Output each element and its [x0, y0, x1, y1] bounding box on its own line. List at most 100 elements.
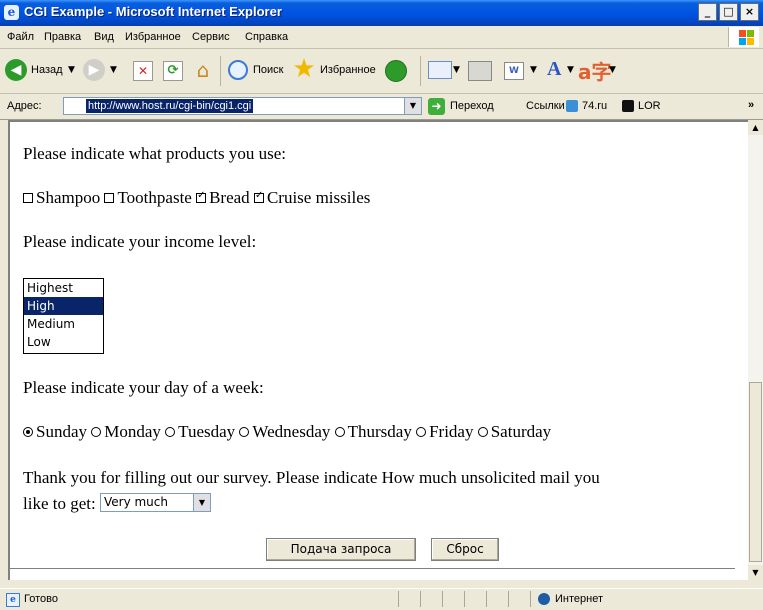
radio-friday[interactable]: Friday	[416, 422, 473, 441]
link-icon	[622, 100, 634, 112]
menu-edit[interactable]: Правка	[44, 31, 81, 43]
radio-label: Monday	[104, 422, 161, 441]
close-button[interactable]: ×	[740, 3, 759, 21]
menu-help[interactable]: Справка	[245, 31, 288, 43]
checkbox-label: Bread	[209, 188, 250, 207]
question-mail-line1: Thank you for filling out our survey. Pl…	[23, 468, 600, 487]
print-icon[interactable]	[468, 61, 492, 81]
checkbox-label: Toothpaste	[117, 188, 192, 207]
question-products: Please indicate what products you use:	[23, 144, 286, 163]
chevron-down-icon[interactable]: ▼	[609, 65, 616, 75]
radio-wednesday[interactable]: Wednesday	[239, 422, 330, 441]
question-income: Please indicate your income level:	[23, 232, 257, 251]
forward-button[interactable]: ▶	[83, 59, 105, 81]
mail-label: like to get:	[23, 494, 96, 513]
address-bar: Адрес: http://www.host.ru/cgi-bin/cgi1.c…	[0, 94, 763, 120]
checkbox-label: Shampoo	[36, 188, 101, 207]
radio-tuesday[interactable]: Tuesday	[165, 422, 235, 441]
checkbox-toothpaste[interactable]: Toothpaste	[104, 188, 192, 207]
maximize-button[interactable]: □	[719, 3, 738, 21]
link-74ru[interactable]: 74.ru	[582, 100, 607, 112]
menu-bar: Файл Правка Вид Избранное Сервис Справка	[0, 26, 763, 49]
radio-saturday[interactable]: Saturday	[477, 422, 552, 441]
ie-icon: e	[4, 5, 19, 20]
radio-label: Sunday	[36, 422, 87, 441]
reset-button[interactable]: Сброс	[431, 538, 499, 561]
address-label: Адрес:	[7, 100, 42, 112]
link-icon	[566, 100, 578, 112]
history-icon[interactable]	[385, 60, 407, 82]
menu-file[interactable]: Файл	[7, 31, 34, 43]
vertical-scrollbar[interactable]: ▲ ▼	[748, 120, 763, 580]
title-bar: e CGI Example - Microsoft Internet Explo…	[0, 0, 763, 26]
address-input[interactable]: http://www.host.ru/cgi-bin/cgi1.cgi ▼	[63, 97, 422, 115]
scroll-thumb[interactable]	[749, 382, 762, 562]
font-size-icon[interactable]: A	[547, 58, 561, 81]
stop-icon[interactable]: ✕	[133, 61, 153, 81]
submit-button[interactable]: Подача запроса	[266, 538, 416, 561]
go-button[interactable]: Переход	[450, 100, 494, 112]
globe-icon	[538, 593, 550, 605]
chevron-down-icon[interactable]: ▼	[567, 65, 574, 75]
products-group: Shampoo Toothpaste Bread Cruise missiles	[23, 188, 370, 208]
income-option[interactable]: Low	[24, 333, 103, 351]
minimize-button[interactable]: _	[698, 3, 717, 21]
chevron-down-icon[interactable]: ▼	[530, 65, 537, 75]
link-lor[interactable]: LOR	[638, 100, 661, 112]
days-group: Sunday Monday Tuesday Wednesday Thursday…	[23, 422, 551, 442]
mail-icon[interactable]	[428, 61, 452, 79]
mail-select-value: Very much	[103, 495, 168, 509]
page-icon: e	[6, 593, 20, 607]
radio-thursday[interactable]: Thursday	[334, 422, 412, 441]
chevron-down-icon[interactable]: ▼	[404, 98, 421, 114]
menu-view[interactable]: Вид	[94, 31, 114, 43]
windows-flag-icon	[728, 27, 759, 47]
radio-monday[interactable]: Monday	[91, 422, 161, 441]
address-url[interactable]: http://www.host.ru/cgi-bin/cgi1.cgi	[86, 99, 254, 113]
income-option[interactable]: Highest	[24, 279, 103, 297]
chevron-down-icon[interactable]: ▼	[453, 65, 460, 75]
menu-tools[interactable]: Сервис	[192, 31, 230, 43]
chevron-down-icon[interactable]: ▼	[68, 65, 75, 75]
mail-select[interactable]: Very much ▼	[99, 493, 211, 512]
go-arrow-icon[interactable]: ➜	[428, 98, 445, 115]
window-title: CGI Example - Microsoft Internet Explore…	[24, 4, 282, 19]
radio-label: Wednesday	[252, 422, 331, 441]
links-label: Ссылки	[526, 100, 565, 112]
checkbox-label: Cruise missiles	[266, 188, 371, 207]
refresh-icon[interactable]: ⟳	[163, 61, 183, 81]
back-arrow-icon: ◀	[5, 59, 27, 81]
scroll-up-icon[interactable]: ▲	[748, 120, 763, 135]
security-zone: Интернет	[555, 593, 603, 605]
favorites-label: Избранное	[320, 64, 376, 76]
income-listbox[interactable]: Highest High Medium Low	[23, 278, 104, 354]
question-mail-line2: like to get: Very much ▼	[23, 493, 211, 514]
chevron-down-icon[interactable]: ▼	[192, 494, 210, 511]
divider	[10, 568, 735, 569]
page-content: Please indicate what products you use: S…	[8, 120, 748, 580]
chevron-down-icon[interactable]: ▼	[110, 65, 117, 75]
radio-label: Friday	[429, 422, 474, 441]
checkbox-cruise-missiles[interactable]: Cruise missiles	[253, 188, 371, 207]
checkbox-bread[interactable]: Bread	[196, 188, 250, 207]
radio-label: Thursday	[347, 422, 412, 441]
checkbox-shampoo[interactable]: Shampoo	[23, 188, 100, 207]
radio-label: Tuesday	[178, 422, 236, 441]
scroll-down-icon[interactable]: ▼	[748, 565, 763, 580]
status-text: Готово	[24, 593, 58, 605]
question-day: Please indicate your day of a week:	[23, 378, 264, 397]
income-option[interactable]: Medium	[24, 315, 103, 333]
back-label: Назад	[31, 64, 63, 76]
menu-favorites[interactable]: Избранное	[125, 31, 181, 43]
radio-sunday[interactable]: Sunday	[23, 422, 87, 441]
star-icon: ★	[292, 54, 316, 84]
home-icon[interactable]: ⌂	[191, 58, 215, 82]
edit-icon[interactable]: W	[504, 62, 524, 80]
translate-icon[interactable]: a字	[578, 56, 612, 85]
radio-label: Saturday	[490, 422, 552, 441]
status-bar: e Готово Интернет	[0, 588, 763, 610]
income-option-selected[interactable]: High	[24, 297, 103, 315]
search-icon	[228, 60, 248, 80]
toolbar: ◀ Назад ▼ ▶ ▼ ✕ ⟳ ⌂ Поиск ★ Избранное ▼ …	[0, 49, 763, 94]
chevron-right-icon[interactable]: »	[748, 99, 754, 111]
